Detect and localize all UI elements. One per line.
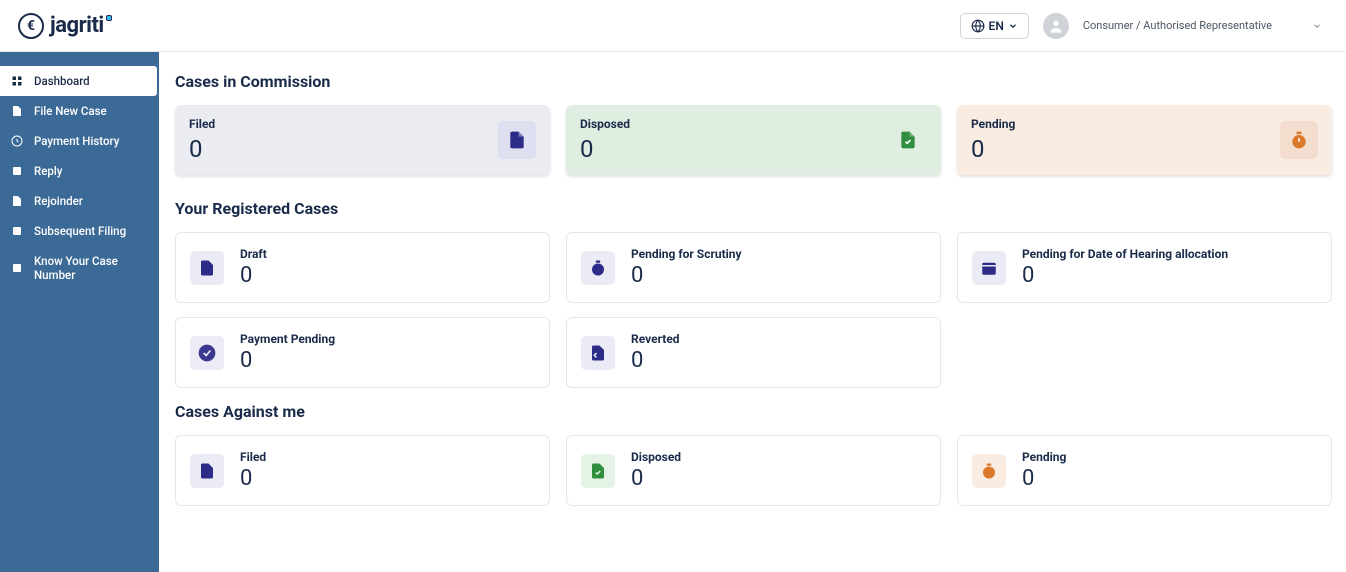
user-icon (1048, 18, 1064, 34)
card-value: 0 (1022, 466, 1066, 491)
header: jagriti EN Consumer / Authorised Represe… (0, 0, 1346, 52)
calendar-icon (972, 251, 1006, 285)
file-icon (10, 104, 24, 118)
card-hearing[interactable]: Pending for Date of Hearing allocation 0 (957, 232, 1332, 303)
timer-icon (1280, 121, 1318, 159)
chevron-down-icon (1008, 21, 1018, 31)
card-value: 0 (240, 466, 266, 491)
sidebar-item-rejoinder[interactable]: Rejoinder (0, 186, 157, 216)
card-payment-pending[interactable]: Payment Pending 0 (175, 317, 550, 388)
card-value: 0 (1022, 263, 1228, 288)
sidebar-item-payment-history[interactable]: Payment History (0, 126, 157, 156)
check-circle-icon (190, 336, 224, 370)
sidebar-item-label: Reply (34, 164, 62, 178)
card-value: 0 (631, 348, 680, 373)
stat-value: 0 (189, 135, 215, 163)
card-label: Pending (1022, 450, 1066, 464)
role-label: Consumer / Authorised Representative (1083, 19, 1272, 32)
card-label: Pending for Date of Hearing allocation (1022, 247, 1228, 261)
stat-label: Pending (971, 117, 1015, 131)
globe-icon (971, 19, 985, 33)
draft-icon (190, 251, 224, 285)
card-label: Draft (240, 247, 267, 261)
header-right: EN Consumer / Authorised Representative (960, 13, 1322, 39)
card-against-filed[interactable]: Filed 0 (175, 435, 550, 506)
payment-icon (10, 134, 24, 148)
dashboard-icon (10, 74, 24, 88)
card-value: 0 (631, 263, 742, 288)
stat-label: Disposed (580, 117, 630, 131)
sidebar-item-label: Subsequent Filing (34, 224, 126, 238)
card-value: 0 (631, 466, 681, 491)
registered-row-2: Payment Pending 0 Reverted 0 (175, 317, 1332, 388)
brand-logo[interactable]: jagriti (12, 13, 112, 39)
timer-icon (972, 454, 1006, 488)
check-file-icon (889, 121, 927, 159)
section-title-commission: Cases in Commission (175, 72, 1332, 91)
check-file-icon (581, 454, 615, 488)
stat-card-filed[interactable]: Filed 0 (175, 105, 550, 175)
card-against-pending[interactable]: Pending 0 (957, 435, 1332, 506)
file-icon (190, 454, 224, 488)
card-label: Filed (240, 450, 266, 464)
stat-card-disposed[interactable]: Disposed 0 (566, 105, 941, 175)
filing-icon (10, 224, 24, 238)
sidebar-item-label: Payment History (34, 134, 119, 148)
brand-name: jagriti (50, 13, 112, 38)
commission-stats: Filed 0 Disposed 0 Pending 0 (175, 105, 1332, 175)
reply-icon (10, 164, 24, 178)
stat-label: Filed (189, 117, 215, 131)
avatar[interactable] (1043, 13, 1069, 39)
role-selector[interactable]: Consumer / Authorised Representative (1083, 19, 1322, 32)
sidebar-item-file-new-case[interactable]: File New Case (0, 96, 157, 126)
registered-row-1: Draft 0 Pending for Scrutiny 0 Pending (175, 232, 1332, 303)
rejoinder-icon (10, 194, 24, 208)
card-against-disposed[interactable]: Disposed 0 (566, 435, 941, 506)
sidebar-item-know-case-number[interactable]: Know Your Case Number (0, 246, 157, 290)
stat-value: 0 (580, 135, 630, 163)
case-number-icon (10, 261, 24, 275)
timer-icon (581, 251, 615, 285)
sidebar-item-subsequent-filing[interactable]: Subsequent Filing (0, 216, 157, 246)
sidebar-item-dashboard[interactable]: Dashboard (0, 66, 157, 96)
card-value: 0 (240, 263, 267, 288)
chevron-down-icon (1312, 21, 1322, 31)
sidebar-item-label: File New Case (34, 104, 107, 118)
card-scrutiny[interactable]: Pending for Scrutiny 0 (566, 232, 941, 303)
stat-card-pending[interactable]: Pending 0 (957, 105, 1332, 175)
sidebar-item-label: Dashboard (34, 74, 90, 88)
card-label: Reverted (631, 332, 680, 346)
card-label: Pending for Scrutiny (631, 247, 742, 261)
sidebar-item-reply[interactable]: Reply (0, 156, 157, 186)
section-title-registered: Your Registered Cases (175, 199, 1332, 218)
sidebar-item-label: Rejoinder (34, 194, 83, 208)
section-title-against: Cases Against me (175, 402, 1332, 421)
language-selector[interactable]: EN (960, 13, 1029, 39)
card-draft[interactable]: Draft 0 (175, 232, 550, 303)
logo-icon (18, 13, 44, 39)
sidebar: Dashboard File New Case Payment History … (0, 52, 159, 572)
stat-value: 0 (971, 135, 1015, 163)
card-label: Payment Pending (240, 332, 335, 346)
card-value: 0 (240, 348, 335, 373)
card-label: Disposed (631, 450, 681, 464)
main-content: Cases in Commission Filed 0 Disposed 0 (159, 52, 1346, 572)
file-icon (498, 121, 536, 159)
language-label: EN (989, 19, 1004, 33)
card-reverted[interactable]: Reverted 0 (566, 317, 941, 388)
revert-file-icon (581, 336, 615, 370)
against-row: Filed 0 Disposed 0 Pending 0 (175, 435, 1332, 506)
sidebar-item-label: Know Your Case Number (34, 254, 147, 282)
